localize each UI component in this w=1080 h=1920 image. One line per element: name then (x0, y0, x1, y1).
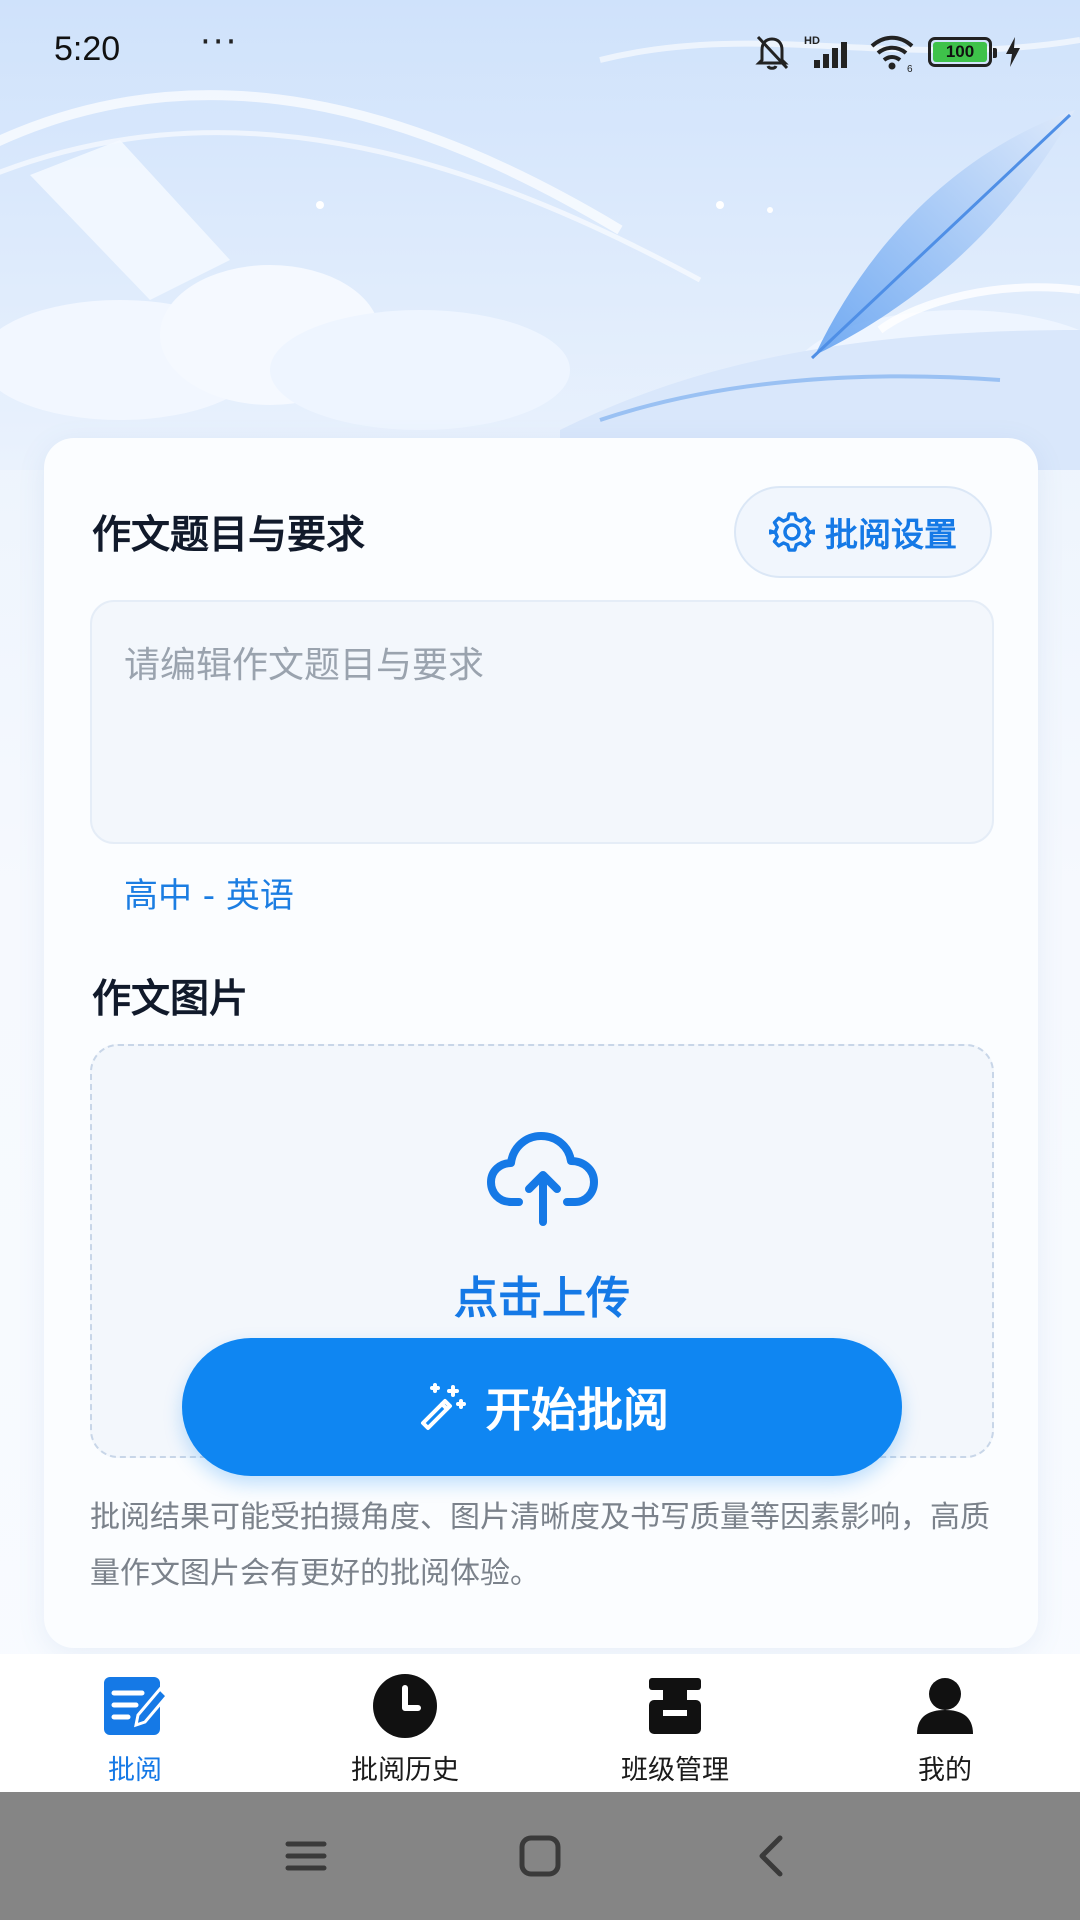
status-bar: 5:20 ··· HD 6 100 (0, 0, 1080, 100)
user-icon (911, 1672, 979, 1740)
image-section-title: 作文图片 (92, 977, 249, 1022)
tab-class-management[interactable]: 班级管理 (540, 1654, 810, 1792)
tab-mine[interactable]: 我的 (810, 1654, 1080, 1792)
edit-document-icon (101, 1672, 169, 1740)
tab-review-label: 批阅 (108, 1755, 162, 1786)
grade-subject-selector[interactable]: 高中 - 英语 (124, 868, 294, 917)
upload-label: 点击上传 (454, 1273, 630, 1324)
bell-muted-icon (755, 35, 789, 70)
tab-history[interactable]: 批阅历史 (270, 1654, 540, 1792)
topic-section-title: 作文题目与要求 (92, 513, 366, 558)
svg-text:6: 6 (907, 64, 913, 72)
charging-bolt-icon (1006, 37, 1020, 67)
battery-indicator: 100 (928, 37, 997, 67)
bottom-tab-bar: 批阅 批阅历史 班级管理 我的 (0, 1654, 1080, 1792)
tab-history-label: 批阅历史 (351, 1755, 459, 1786)
back-icon[interactable] (742, 1826, 802, 1886)
cloud-upload-icon (487, 1132, 598, 1226)
wifi-icon: 6 (870, 35, 914, 72)
menu-icon[interactable] (276, 1826, 336, 1886)
battery-level: 100 (933, 42, 987, 62)
status-time: 5:20 (54, 30, 121, 68)
svg-text:HD: HD (804, 35, 820, 47)
essay-form-card: 作文题目与要求 批阅设置 请编辑作文题目与要求 高中 - 英语 作文图片 点击上… (44, 438, 1038, 1648)
tab-mine-label: 我的 (918, 1755, 972, 1786)
signal-hd-icon: HD (804, 35, 847, 68)
system-navigation-bar (0, 1792, 1080, 1920)
clock-icon (371, 1672, 439, 1740)
app-screen: 5:20 ··· HD 6 100 作文题目与要求 批阅设置 请编辑作文题目与要… (0, 0, 1080, 1792)
start-review-button[interactable]: 开始批阅 (182, 1338, 902, 1476)
magic-wand-icon (421, 1383, 466, 1430)
home-icon[interactable] (510, 1826, 570, 1886)
topic-input[interactable]: 请编辑作文题目与要求 (90, 600, 994, 844)
quality-notice: 批阅结果可能受拍摄角度、图片清晰度及书写质量等因素影响，高质量作文图片会有更好的… (90, 1500, 990, 1591)
tab-class-management-label: 班级管理 (621, 1755, 729, 1786)
status-icons: HD 6 100 (752, 30, 1022, 74)
class-icon (641, 1672, 709, 1740)
gear-icon (769, 512, 815, 552)
review-settings-label: 批阅设置 (825, 515, 957, 554)
start-review-label: 开始批阅 (485, 1383, 669, 1437)
review-settings-button[interactable]: 批阅设置 (734, 486, 992, 578)
tab-review[interactable]: 批阅 (0, 1654, 270, 1792)
status-more-dots: ··· (200, 22, 239, 62)
